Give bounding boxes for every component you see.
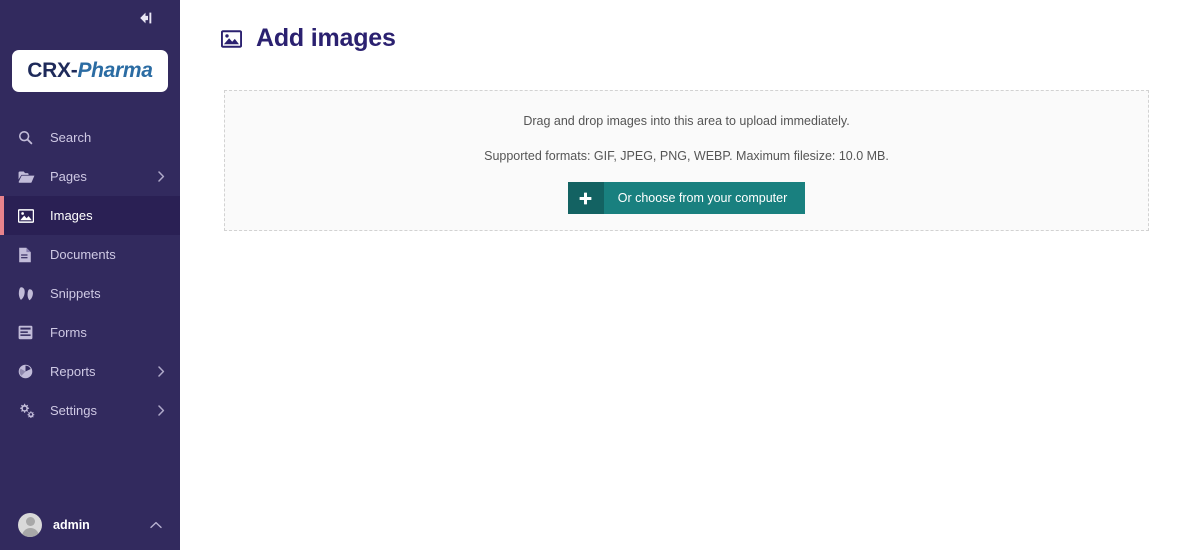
search-icon [18,129,38,147]
folder-icon [18,168,38,186]
choose-file-button-label: Or choose from your computer [603,182,806,214]
sidebar-item-label: Settings [50,403,97,418]
sidebar-item-documents[interactable]: Documents [0,235,180,274]
avatar-head [25,517,35,526]
brand-logo[interactable]: CRX-Pharma [12,50,168,92]
puzzle-icon [18,285,38,303]
sidebar-item-label: Forms [50,325,87,340]
sidebar-item-pages[interactable]: Pages [0,157,180,196]
avatar-body [21,528,39,537]
sidebar-item-search[interactable]: Search [0,118,180,157]
sidebar-item-settings[interactable]: Settings [0,391,180,430]
brand-logo-text: CRX-Pharma [27,59,153,83]
sidebar-item-label: Snippets [50,286,101,301]
sidebar-item-label: Search [50,130,92,145]
dropzone-instruction: Drag and drop images into this area to u… [523,114,850,128]
sidebar-item-label: Documents [50,247,116,262]
brand-logo-secondary: Pharma [77,59,153,82]
gears-icon [18,402,38,420]
user-avatar-icon [18,513,42,537]
sidebar: CRX-Pharma Search Pages Images Documents… [0,0,180,550]
plus-icon [567,182,604,214]
form-icon [18,324,38,342]
chevron-right-icon[interactable] [156,366,166,377]
page-title: Add images [256,24,396,52]
chart-pie-icon [18,363,38,381]
chevron-up-icon[interactable] [150,521,162,529]
dropzone-formats: Supported formats: GIF, JPEG, PNG, WEBP.… [484,148,889,163]
sidebar-item-label: Pages [50,169,87,184]
sidebar-item-images[interactable]: Images [0,196,180,235]
sidebar-header [0,0,180,36]
chevron-right-icon[interactable] [156,171,166,182]
user-name-label: admin [53,518,90,532]
chevron-right-icon[interactable] [156,405,166,416]
sidebar-item-reports[interactable]: Reports [0,352,180,391]
sidebar-user-menu[interactable]: admin [0,500,180,550]
sidebar-item-forms[interactable]: Forms [0,313,180,352]
collapse-sidebar-button[interactable] [136,9,154,27]
sidebar-item-snippets[interactable]: Snippets [0,274,180,313]
app-root: CRX-Pharma Search Pages Images Documents… [0,0,1189,550]
image-dropzone[interactable]: Drag and drop images into this area to u… [224,90,1149,231]
image-icon [220,28,242,50]
image-icon [18,207,38,225]
brand-logo-primary: CRX- [27,59,78,82]
sidebar-item-label: Images [50,208,93,223]
page-header: Add images [180,0,1189,51]
sidebar-nav: Search Pages Images Documents Snippets F… [0,118,180,430]
choose-file-button[interactable]: Or choose from your computer [567,182,806,214]
sidebar-item-label: Reports [50,364,96,379]
main-content: Add images Drag and drop images into thi… [180,0,1189,550]
document-icon [18,246,38,264]
